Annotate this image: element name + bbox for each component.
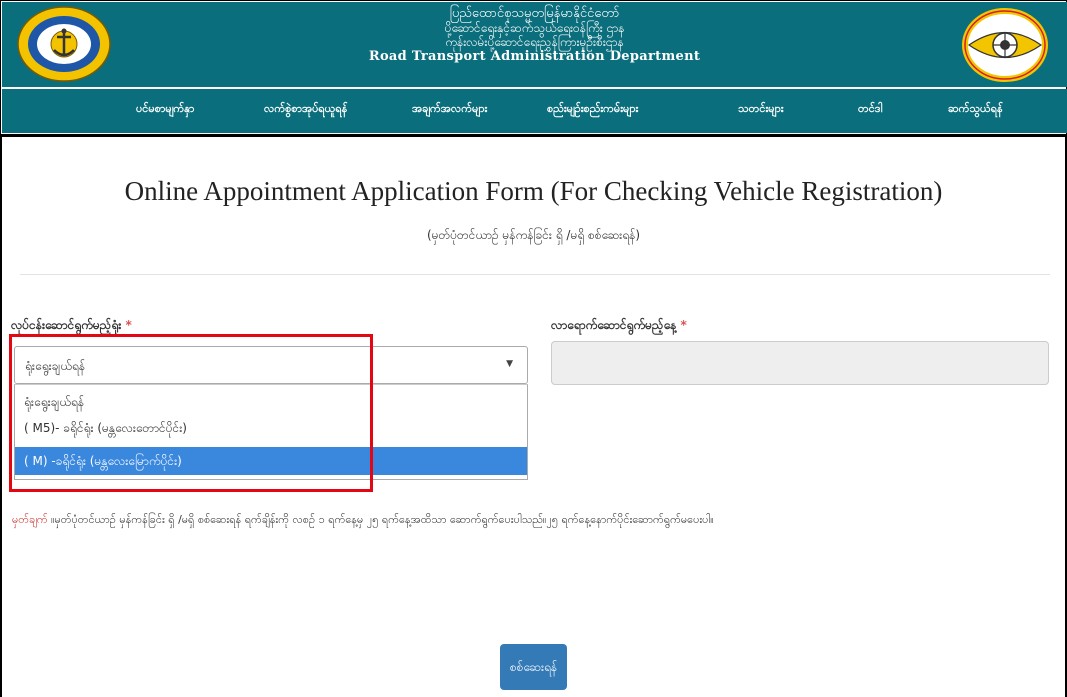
dropdown-arrow-icon: ▼ bbox=[506, 359, 513, 369]
nav-item-tender[interactable]: တင်ဒါ bbox=[858, 102, 882, 118]
form-note: မှတ်ချက် ။မှတ်ပုံတင်ယာဉ် မှန်ကန်ခြင်း ရှ… bbox=[12, 513, 1052, 529]
header-title-line1: ပြည်ထောင်စုသမ္မတမြန်မာနိုင်ငံတော် bbox=[449, 6, 620, 21]
check-submit-button[interactable]: စစ်ဆေးရန် bbox=[500, 644, 567, 690]
nav-item-manual[interactable]: လက်စွဲစာအုပ်ရယူရန် bbox=[264, 102, 347, 118]
nav-item-home[interactable]: ပင်မစာမျက်နှာ bbox=[136, 102, 194, 118]
form-divider bbox=[20, 274, 1050, 275]
annotation-highlight-box bbox=[9, 334, 373, 492]
header-title-block: ပြည်ထောင်စုသမ္မတမြန်မာနိုင်ငံတော် ပို့ဆေ… bbox=[302, 6, 767, 65]
appointment-date-input[interactable] bbox=[551, 341, 1049, 385]
header-title-line2: ပို့ဆောင်ရေးနှင့်ဆက်သွယ်ရေးဝန်ကြီး ဌာန bbox=[444, 21, 625, 35]
note-text: ။မှတ်ပုံတင်ယာဉ် မှန်ကန်ခြင်း ရှိ /မရှိ စ… bbox=[47, 513, 714, 526]
site-header: ပြည်ထောင်စုသမ္မတမြန်မာနိုင်ငံတော် ပို့ဆေ… bbox=[0, 0, 1067, 137]
form-title: Online Appointment Application Form (For… bbox=[124, 176, 943, 206]
header-title-english: Road Transport Administration Department bbox=[368, 49, 701, 64]
main-navigation: ပင်မစာမျက်နှာ လက်စွဲစာအုပ်ရယူရန် အချက်အလ… bbox=[2, 89, 1067, 133]
header-title-line3: ကုန်းလမ်းပို့ဆောင်ရေးညွှန်ကြားမှုဦးစီးဌာ… bbox=[445, 35, 624, 49]
office-label: လုပ်ငန်းဆောင်ရွက်မည့်ရုံး * bbox=[11, 317, 132, 335]
date-label: လာရောက်ဆောင်ရွက်မည့်နေ့ * bbox=[551, 317, 687, 335]
form-subtitle: (မှတ်ပုံတင်ယာဉ် မှန်ကန်ခြင်း ရှိ /မရှိ စ… bbox=[426, 228, 641, 242]
ministry-seal-icon[interactable] bbox=[14, 4, 114, 84]
date-label-text: လာရောက်ဆောင်ရွက်မည့်နေ့ bbox=[551, 318, 677, 332]
required-asterisk: * bbox=[125, 318, 132, 332]
header-banner: ပြည်ထောင်စုသမ္မတမြန်မာနိုင်ငံတော် ပို့ဆေ… bbox=[2, 2, 1067, 87]
nav-item-regulations[interactable]: စည်းမျဉ်းစည်းကမ်းများ bbox=[547, 102, 638, 118]
required-asterisk: * bbox=[680, 318, 687, 332]
note-heading: မှတ်ချက် bbox=[12, 513, 48, 526]
nav-item-information[interactable]: အချက်အလက်များ bbox=[412, 102, 487, 118]
nav-item-news[interactable]: သတင်းများ bbox=[738, 102, 784, 118]
nav-item-contact[interactable]: ဆက်သွယ်ရန် bbox=[948, 102, 1003, 118]
office-label-text: လုပ်ငန်းဆောင်ရွက်မည့်ရုံး bbox=[11, 318, 122, 332]
rtad-wheel-logo-icon[interactable] bbox=[955, 6, 1055, 84]
